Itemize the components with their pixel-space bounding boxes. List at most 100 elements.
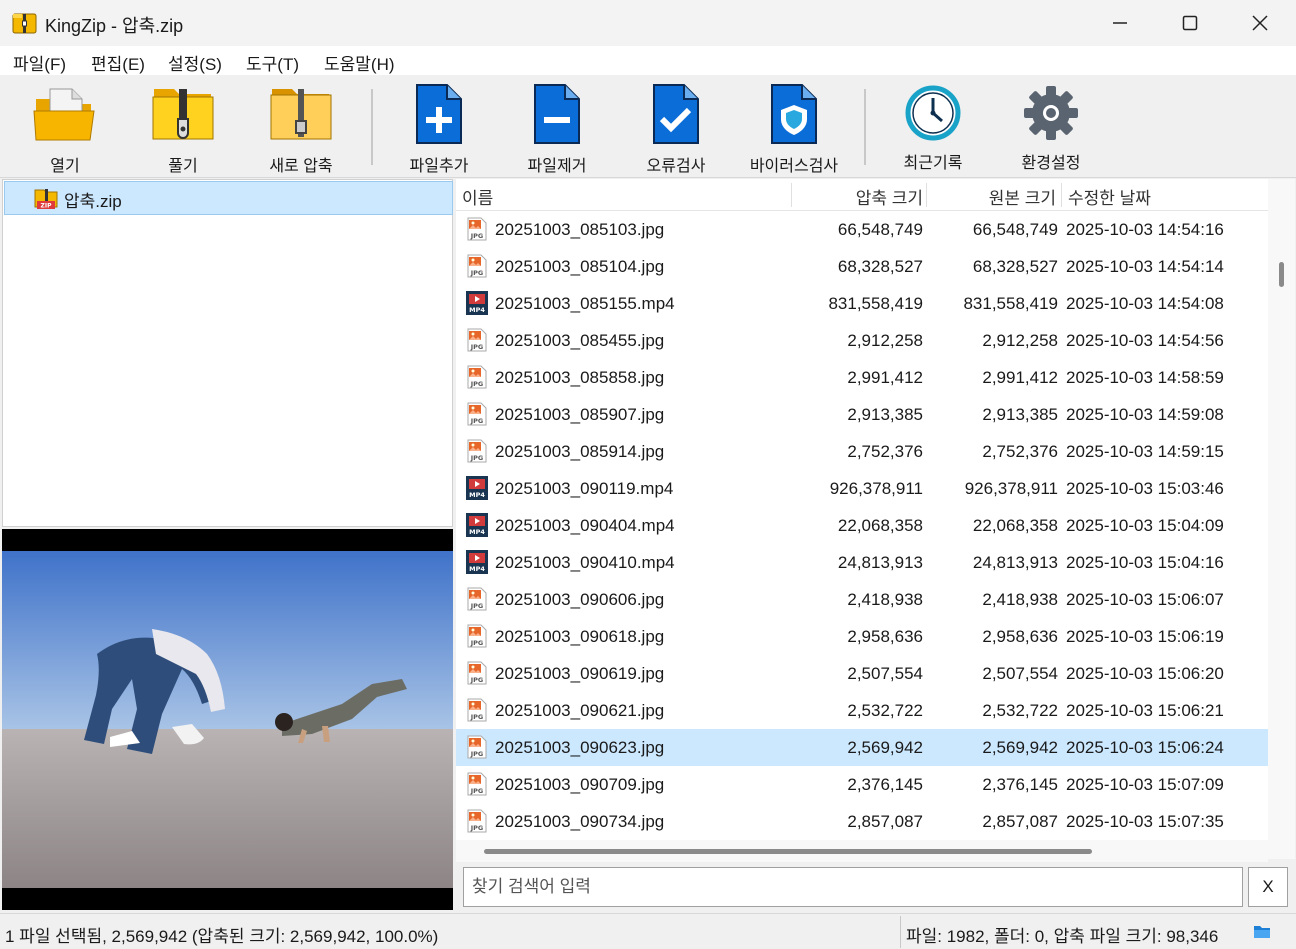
vertical-scroll-thumb[interactable]	[1279, 262, 1284, 287]
column-header-compressed[interactable]: 압축 크기	[856, 184, 923, 209]
tree-item-root[interactable]: ZIP 압축.zip	[4, 181, 453, 215]
close-icon	[1252, 15, 1268, 31]
open-button[interactable]: 열기	[6, 81, 124, 175]
compressed-size: 68,328,527	[837, 257, 923, 276]
vertical-scrollbar[interactable]	[1268, 179, 1295, 859]
remove-file-icon	[534, 84, 580, 144]
svg-text:JPG: JPG	[470, 417, 484, 425]
menu-tools[interactable]: 도구(T)	[246, 50, 299, 75]
file-name: 20251003_090621.jpg	[495, 701, 665, 720]
close-button[interactable]	[1225, 0, 1295, 46]
table-row[interactable]: JPG 20251003_090619.jpg 2,507,554 2,507,554…	[456, 655, 1268, 692]
column-header-modified[interactable]: 수정한 날짜	[1068, 184, 1151, 209]
column-separator[interactable]	[1061, 183, 1062, 207]
menu-help[interactable]: 도움말(H)	[324, 50, 395, 75]
title-bar: KingZip - 압축.zip	[0, 0, 1296, 46]
table-row[interactable]: JPG 20251003_085104.jpg 68,328,527 68,328,5…	[456, 248, 1268, 285]
extract-zip-folder-icon	[152, 89, 214, 140]
table-row[interactable]: JPG 20251003_090621.jpg 2,532,722 2,532,722…	[456, 692, 1268, 729]
status-bar: 1 파일 선택됨, 2,569,942 (압축된 크기: 2,569,942, …	[0, 913, 1296, 949]
table-row[interactable]: MP4 20251003_090410.mp4 24,813,913 24,813,9…	[456, 544, 1268, 581]
selection-status: 1 파일 선택됨, 2,569,942 (압축된 크기: 2,569,942, …	[5, 927, 439, 946]
tree-item-label: 압축.zip	[64, 191, 122, 211]
minimize-button[interactable]	[1085, 0, 1155, 46]
table-row[interactable]: MP4 20251003_085155.mp4 831,558,419 831,558…	[456, 285, 1268, 322]
file-name: 20251003_085104.jpg	[495, 257, 665, 276]
table-row[interactable]: JPG 20251003_085907.jpg 2,913,385 2,913,385…	[456, 396, 1268, 433]
compressed-size: 2,532,722	[847, 701, 923, 720]
table-row[interactable]: JPG 20251003_085858.jpg 2,991,412 2,991,412…	[456, 359, 1268, 396]
original-size: 926,378,911	[964, 479, 1058, 498]
original-size: 24,813,913	[972, 553, 1058, 572]
horizontal-scroll-thumb[interactable]	[484, 849, 1092, 854]
column-separator[interactable]	[926, 183, 927, 207]
gear-icon	[1024, 85, 1078, 140]
svg-text:JPG: JPG	[470, 232, 484, 240]
table-row[interactable]: JPG 20251003_090623.jpg 2,569,942 2,569,942…	[456, 729, 1268, 766]
modified-date: 2025-10-03 14:59:08	[1066, 405, 1224, 424]
folder-tree: ZIP 압축.zip	[2, 179, 453, 527]
mp4-file-icon: MP4	[466, 476, 488, 500]
svg-text:JPG: JPG	[470, 602, 484, 610]
settings-label: 환경설정	[1021, 155, 1081, 172]
table-row[interactable]: JPG 20251003_085914.jpg 2,752,376 2,752,376…	[456, 433, 1268, 470]
toolbar-separator	[864, 89, 866, 165]
maximize-button[interactable]	[1155, 0, 1225, 46]
svg-text:MP4: MP4	[469, 306, 485, 314]
new-archive-label: 새로 압축	[269, 158, 333, 175]
new-archive-button[interactable]: 새로 압축	[242, 81, 360, 175]
column-header-original[interactable]: 원본 크기	[989, 184, 1056, 209]
menu-edit[interactable]: 편집(E)	[91, 50, 145, 75]
original-size: 2,857,087	[982, 812, 1058, 831]
table-row[interactable]: MP4 20251003_090404.mp4 22,068,358 22,068,3…	[456, 507, 1268, 544]
window-title: KingZip - 압축.zip	[45, 16, 184, 36]
modified-date: 2025-10-03 15:06:24	[1066, 738, 1224, 757]
test-button[interactable]: 오류검사	[617, 81, 735, 175]
column-separator[interactable]	[791, 183, 792, 207]
virus-scan-button[interactable]: 바이러스검사	[735, 81, 853, 175]
archive-status: 파일: 1982, 폴더: 0, 압축 파일 크기: 98,346	[906, 927, 1219, 946]
zip-file-icon: ZIP	[34, 189, 58, 210]
table-row[interactable]: MP4 20251003_090119.mp4 926,378,911 926,378…	[456, 470, 1268, 507]
menu-settings[interactable]: 설정(S)	[168, 50, 222, 75]
check-file-icon	[653, 84, 699, 144]
search-input[interactable]	[463, 867, 1243, 907]
original-size: 2,376,145	[982, 775, 1058, 794]
modified-date: 2025-10-03 15:04:09	[1066, 516, 1224, 535]
menu-file[interactable]: 파일(F)	[13, 50, 66, 75]
original-size: 2,752,376	[982, 442, 1058, 461]
mp4-file-icon: MP4	[466, 550, 488, 574]
table-row[interactable]: JPG 20251003_090606.jpg 2,418,938 2,418,938…	[456, 581, 1268, 618]
compressed-size: 24,813,913	[837, 553, 923, 572]
recent-button[interactable]: 최근기록	[874, 81, 992, 173]
modified-date: 2025-10-03 15:06:07	[1066, 590, 1224, 609]
settings-button[interactable]: 환경설정	[992, 81, 1110, 173]
file-name: 20251003_085103.jpg	[495, 220, 665, 239]
compressed-size: 66,548,749	[837, 220, 923, 239]
remove-file-button[interactable]: 파일제거	[498, 81, 616, 175]
table-row[interactable]: JPG 20251003_085103.jpg 66,548,749 66,548,7…	[456, 211, 1268, 248]
add-file-button[interactable]: 파일추가	[380, 81, 498, 175]
column-header-name[interactable]: 이름	[462, 184, 493, 209]
file-name: 20251003_090404.mp4	[495, 516, 675, 535]
table-row[interactable]: JPG 20251003_085455.jpg 2,912,258 2,912,258…	[456, 322, 1268, 359]
clear-search-button[interactable]: X	[1248, 867, 1288, 907]
file-name: 20251003_085155.mp4	[495, 294, 675, 313]
original-size: 2,532,722	[982, 701, 1058, 720]
file-name: 20251003_085914.jpg	[495, 442, 665, 461]
extract-button[interactable]: 풀기	[124, 81, 242, 175]
test-label: 오류검사	[646, 158, 706, 175]
table-row[interactable]: JPG 20251003_090734.jpg 2,857,087 2,857,087…	[456, 803, 1268, 840]
table-row[interactable]: JPG 20251003_090618.jpg 2,958,636 2,958,636…	[456, 618, 1268, 655]
folder-icon[interactable]	[1253, 923, 1271, 939]
toolbar: 열기 풀기 새로 압축 파일추가 파일제거 오류검사 바이러스검사 최근기록 환…	[0, 75, 1296, 178]
file-name: 20251003_090709.jpg	[495, 775, 665, 794]
jpg-file-icon: JPG	[467, 661, 487, 685]
mp4-file-icon: MP4	[466, 513, 488, 537]
svg-text:JPG: JPG	[470, 787, 484, 795]
table-row[interactable]: JPG 20251003_090709.jpg 2,376,145 2,376,145…	[456, 766, 1268, 803]
svg-text:JPG: JPG	[470, 713, 484, 721]
file-name: 20251003_085907.jpg	[495, 405, 665, 424]
compressed-size: 831,558,419	[828, 294, 923, 313]
horizontal-scrollbar[interactable]	[456, 840, 1268, 862]
